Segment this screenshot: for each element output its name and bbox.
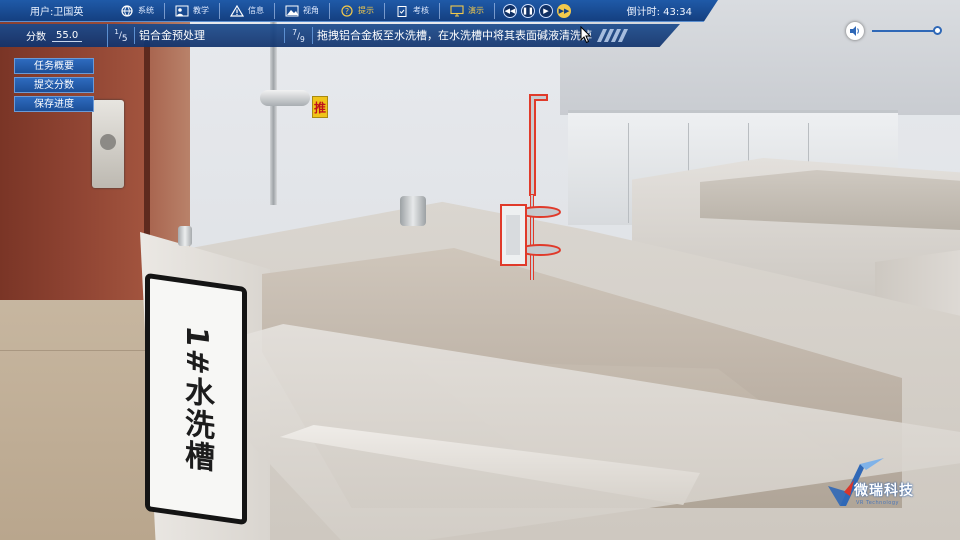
top-toolbar: 用户:卫国英 系统 教学 信息 视角 ? 提示 考核 演示 ◀◀ ❚❚ ▶ ▶▶…	[0, 0, 718, 22]
score-label: 分数	[26, 32, 46, 43]
svg-text:?: ?	[345, 7, 349, 16]
menu-view-label: 视角	[303, 6, 319, 15]
teacher-icon	[175, 5, 189, 17]
fast-forward-icon: ▶▶	[558, 6, 570, 15]
main-menu: 系统 教学 信息 视角 ? 提示 考核 演示	[110, 0, 495, 22]
lab-scene-viewport[interactable]: 推 1#水洗槽	[0, 0, 960, 540]
submit-score-button[interactable]: 提交分数	[14, 77, 94, 93]
image-icon	[285, 5, 299, 17]
brand-subtitle: VR Technology	[856, 500, 899, 506]
warning-icon	[229, 4, 245, 17]
door-lock	[92, 100, 124, 188]
menu-info[interactable]: 信息	[220, 2, 275, 19]
volume-icon[interactable]	[846, 22, 864, 40]
tank-label-sign: 1#水洗槽	[145, 272, 247, 526]
tank-label-text: 1#水洗槽	[179, 323, 214, 475]
decorative-stripes	[592, 29, 629, 42]
save-progress-button[interactable]: 保存进度	[14, 96, 94, 112]
stage-name: 铝合金预处理	[134, 27, 284, 44]
volume-control	[846, 21, 946, 41]
step-total: 9	[300, 34, 305, 44]
step-current: 7	[292, 27, 297, 37]
push-sign: 推	[312, 96, 328, 118]
menu-hint[interactable]: ? 提示	[330, 2, 385, 19]
fast-forward-button[interactable]: ▶▶	[557, 3, 571, 18]
pause-button[interactable]: ❚❚	[521, 3, 535, 18]
help-icon: ?	[340, 4, 354, 17]
rewind-icon: ◀◀	[504, 6, 516, 15]
task-status-bar: 分数 55.0 1/5 铝合金预处理 7/9 拖拽铝合金板至水洗槽，在水洗槽中将…	[0, 24, 680, 47]
step-instruction: 拖拽铝合金板至水洗槽，在水洗槽中将其表面碱液清洗掉	[312, 27, 592, 44]
menu-view[interactable]: 视角	[275, 2, 330, 19]
step-progress: 7/9	[284, 27, 312, 44]
user-label: 用户:卫国英	[30, 7, 84, 18]
stage-total: 5	[121, 33, 128, 44]
score-panel: 分数 55.0	[0, 24, 108, 47]
menu-system[interactable]: 系统	[110, 2, 165, 19]
menu-teaching[interactable]: 教学	[165, 2, 220, 19]
monitor-icon	[450, 4, 464, 17]
eyewash-station	[260, 90, 310, 106]
rewind-button[interactable]: ◀◀	[503, 3, 517, 18]
volume-slider-handle[interactable]	[933, 26, 942, 35]
volume-slider[interactable]	[872, 26, 942, 35]
brand-name: 微瑞科技	[854, 483, 914, 499]
menu-exam-label: 考核	[413, 6, 429, 15]
menu-system-label: 系统	[138, 6, 154, 15]
menu-demo[interactable]: 演示	[440, 2, 495, 19]
play-icon: ▶	[543, 6, 549, 15]
menu-teaching-label: 教学	[193, 6, 209, 15]
aluminum-plate-rack[interactable]	[495, 90, 565, 285]
menu-demo-label: 演示	[468, 6, 484, 15]
pause-icon: ❚❚	[522, 6, 534, 15]
tank-faucet-left	[178, 226, 192, 246]
score-value: 55.0	[52, 30, 83, 42]
task-overview-button[interactable]: 任务概要	[14, 58, 94, 74]
menu-exam[interactable]: 考核	[385, 2, 440, 19]
menu-hint-label: 提示	[358, 6, 374, 15]
stage-progress: 1/5	[114, 27, 128, 44]
globe-icon	[120, 4, 134, 17]
clipboard-icon	[395, 5, 409, 17]
mouse-cursor-icon	[580, 26, 592, 44]
tank-faucet	[400, 196, 426, 226]
side-button-panel: 任务概要 提交分数 保存进度	[14, 58, 94, 112]
stage-current: 1	[114, 27, 119, 36]
menu-info-label: 信息	[248, 6, 264, 15]
countdown-timer: 倒计时: 43:34	[626, 7, 692, 18]
play-button[interactable]: ▶	[539, 3, 553, 18]
playback-controls: ◀◀ ❚❚ ▶ ▶▶	[495, 3, 571, 18]
